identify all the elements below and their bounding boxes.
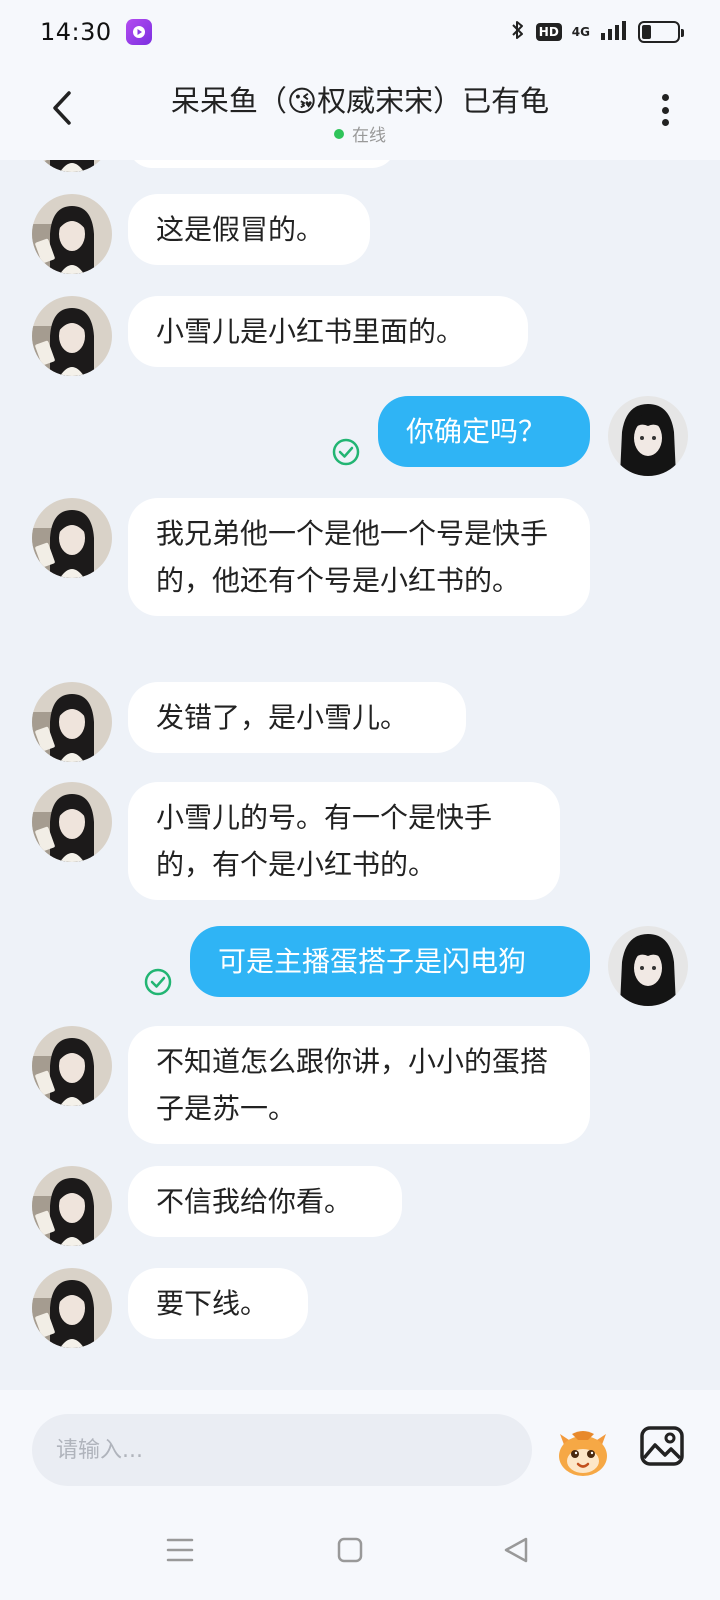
chat-title: 呆呆鱼（😘权威宋宋）已有龟 [170, 84, 550, 118]
incoming-message-bubble[interactable]: 这是假冒的。 [128, 194, 370, 265]
back-triangle-icon [504, 1537, 528, 1563]
status-indicators: HD 4G [510, 18, 684, 46]
contact-avatar[interactable] [32, 498, 112, 578]
read-check-icon [332, 438, 360, 466]
incoming-message-bubble[interactable]: 不信我给你看。 [128, 1166, 402, 1237]
message-bubble-partial [128, 160, 396, 168]
bluetooth-icon [510, 18, 526, 46]
online-status-label: 在线 [352, 126, 386, 146]
battery-icon [638, 21, 684, 43]
back-nav-button[interactable] [496, 1530, 536, 1570]
status-bar: 14:30 HD 4G [0, 0, 720, 64]
home-nav-button[interactable] [330, 1530, 370, 1570]
image-icon [640, 1426, 684, 1466]
self-avatar[interactable] [608, 926, 688, 1006]
read-check-icon [144, 968, 172, 996]
image-picker-button[interactable] [638, 1422, 686, 1470]
hd-icon: HD [535, 23, 562, 41]
home-square-icon [337, 1537, 363, 1563]
contact-avatar[interactable] [32, 160, 112, 172]
incoming-message-bubble[interactable]: 小雪儿的号。有一个是快手的，有个是小红书的。 [128, 782, 560, 900]
system-nav-bar [0, 1500, 720, 1600]
contact-avatar[interactable] [32, 782, 112, 862]
sticker-button[interactable] [552, 1420, 614, 1482]
input-bar [0, 1390, 720, 1500]
self-avatar[interactable] [608, 396, 688, 476]
more-options-button[interactable] [650, 90, 680, 130]
incoming-message-bubble[interactable]: 发错了，是小雪儿。 [128, 682, 466, 753]
chat-message-list[interactable]: 这是假冒的。小雪儿是小红书里面的。你确定吗？ 我兄弟他一个是他一个号是快手的，他还… [0, 160, 720, 1390]
network-label: 4G [571, 25, 590, 39]
outgoing-message-bubble[interactable]: 可是主播蛋搭子是闪电狗 [190, 926, 590, 997]
contact-avatar[interactable] [32, 682, 112, 762]
incoming-message-bubble[interactable]: 要下线。 [128, 1268, 308, 1339]
online-status: 在线 [0, 121, 720, 146]
contact-avatar[interactable] [32, 1268, 112, 1348]
more-dot-icon [661, 94, 669, 101]
incoming-message-bubble[interactable]: 小雪儿是小红书里面的。 [128, 296, 528, 367]
more-dot-icon [661, 106, 669, 114]
menu-icon [166, 1538, 194, 1562]
outgoing-message-bubble[interactable]: 你确定吗？ [378, 396, 590, 467]
incoming-message-bubble[interactable]: 不知道怎么跟你讲，小小的蛋搭子是苏一。 [128, 1026, 590, 1144]
chat-header: 呆呆鱼（😘权威宋宋）已有龟 在线 [0, 64, 720, 160]
incoming-message-bubble[interactable]: 我兄弟他一个是他一个号是快手的，他还有个号是小红书的。 [128, 498, 590, 616]
status-time: 14:30 [40, 18, 112, 46]
online-dot [334, 128, 344, 139]
contact-avatar[interactable] [32, 296, 112, 376]
message-input[interactable] [32, 1414, 532, 1486]
signal-icon [600, 19, 628, 45]
more-dot-icon [661, 119, 669, 126]
contact-avatar[interactable] [32, 1026, 112, 1106]
contact-avatar[interactable] [32, 194, 112, 274]
emoji-mascot-icon [559, 1431, 607, 1476]
menu-nav-button[interactable] [160, 1530, 200, 1570]
app-icon [125, 19, 152, 45]
contact-avatar[interactable] [32, 1166, 112, 1246]
